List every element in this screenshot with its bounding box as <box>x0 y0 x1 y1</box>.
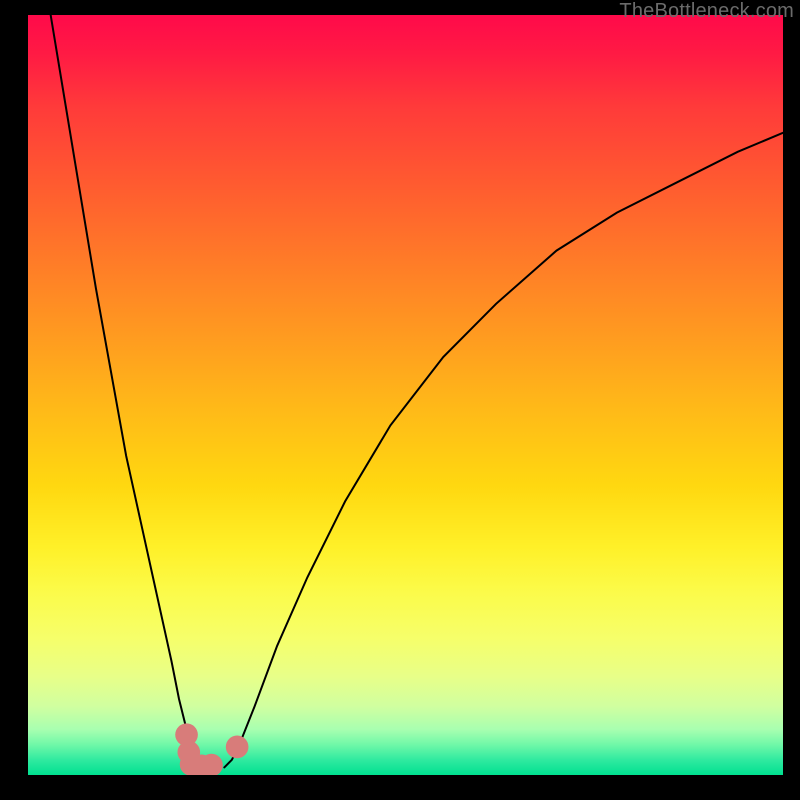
curve-layer <box>51 15 783 767</box>
marker-layer <box>175 723 248 775</box>
curve-right-curve <box>224 133 783 768</box>
watermark-text: TheBottleneck.com <box>0 0 794 23</box>
curve-left-curve <box>51 15 206 767</box>
chart-frame <box>28 15 783 775</box>
marker-dot-right <box>226 736 249 759</box>
chart-svg <box>28 15 783 775</box>
